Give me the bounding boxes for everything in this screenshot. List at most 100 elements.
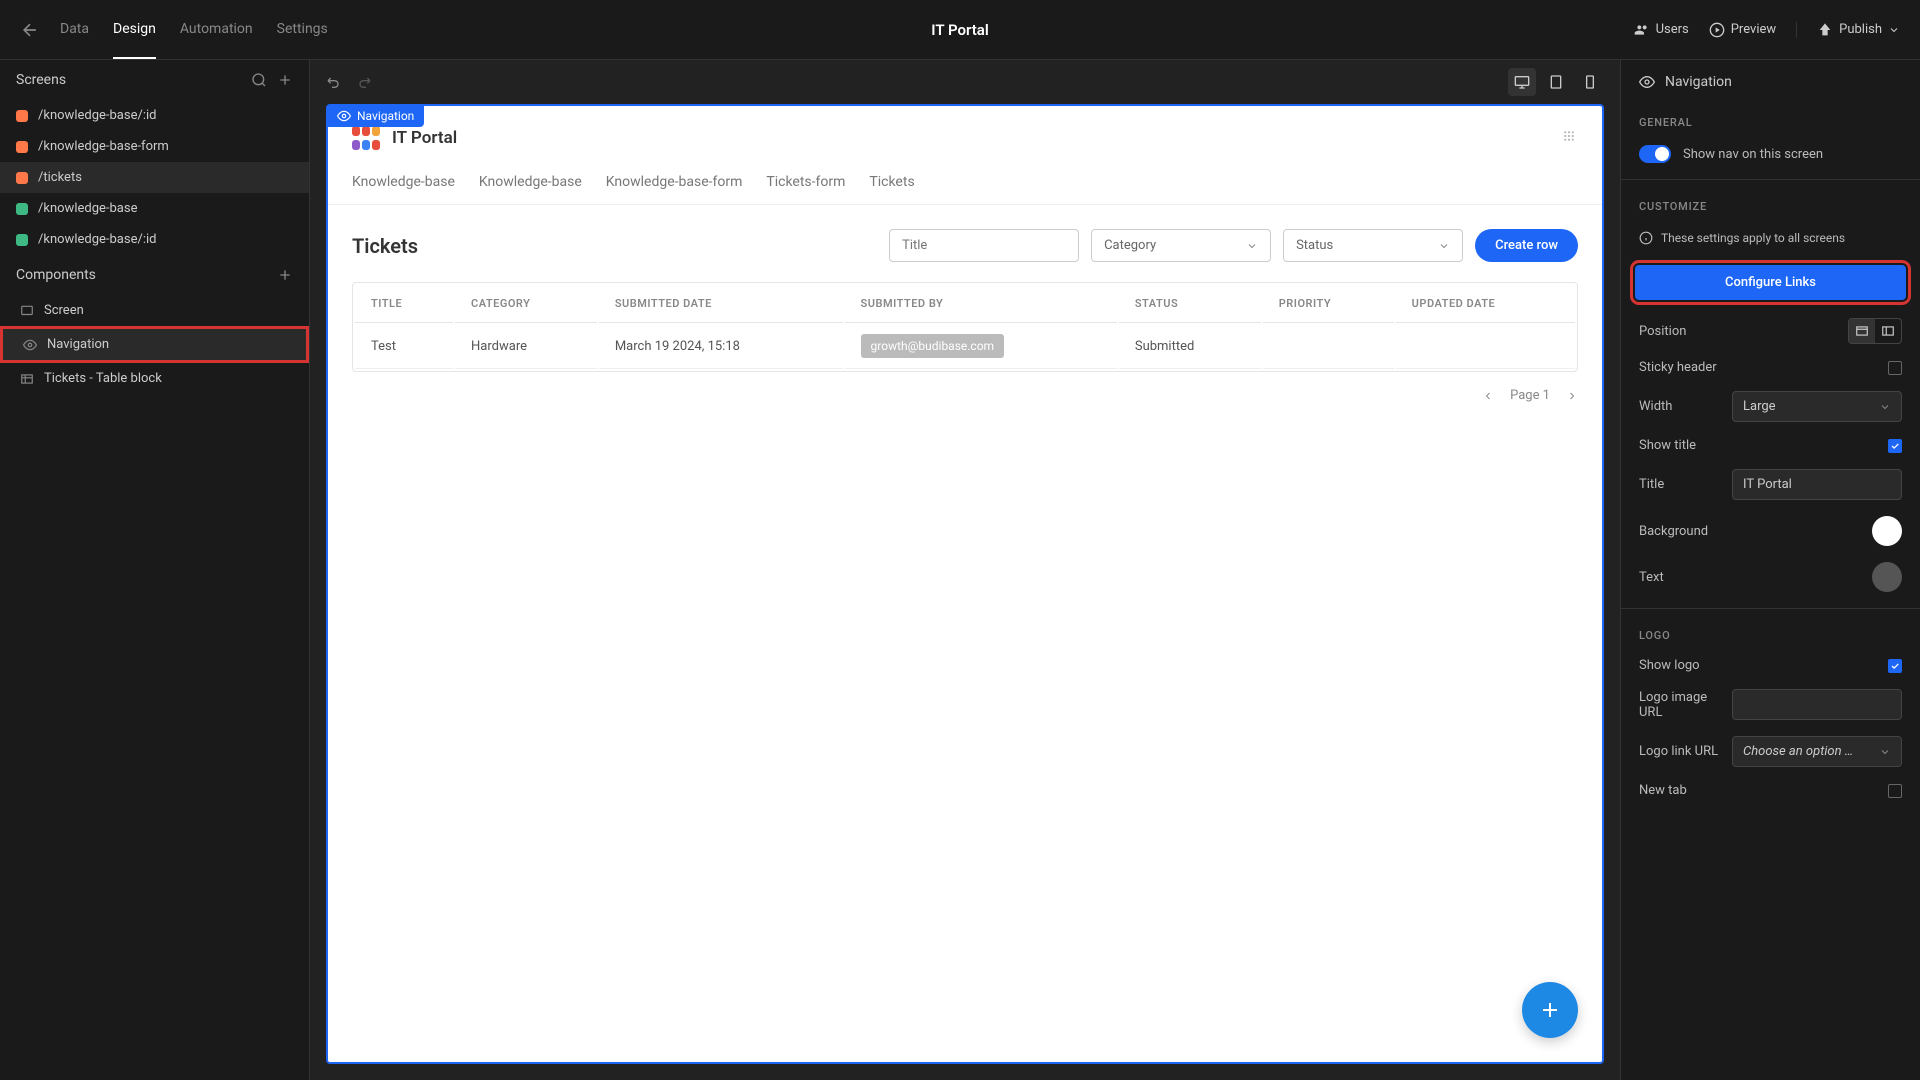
components-label: Components	[16, 267, 96, 283]
section-customize: CUSTOMIZE	[1621, 188, 1920, 221]
configure-links-button[interactable]: Configure Links	[1635, 265, 1906, 300]
redo-icon[interactable]	[356, 74, 372, 90]
position-segmented	[1848, 318, 1902, 344]
component-label: Screen	[44, 303, 84, 318]
col-header: CATEGORY	[455, 285, 597, 323]
table-row[interactable]: Test Hardware March 19 2024, 15:18 growt…	[355, 325, 1575, 369]
cell-submitter: growth@budibase.com	[845, 325, 1117, 369]
background-color-swatch[interactable]	[1872, 516, 1902, 546]
screen-item[interactable]: /knowledge-base/:id	[0, 224, 309, 255]
background-label: Background	[1639, 524, 1708, 539]
device-mobile[interactable]	[1576, 68, 1604, 96]
preview-button[interactable]: Preview	[1709, 22, 1776, 38]
users-button[interactable]: Users	[1634, 22, 1689, 38]
nav-item[interactable]: Knowledge-base-form	[606, 174, 743, 190]
select-label: Category	[1104, 238, 1156, 253]
components-header: Components	[0, 255, 309, 295]
screen-path: /knowledge-base/:id	[38, 232, 156, 247]
color-swatch-icon	[16, 234, 28, 246]
prev-page-icon[interactable]	[1482, 390, 1494, 402]
screen-item[interactable]: /knowledge-base/:id	[0, 100, 309, 131]
screen-item[interactable]: /knowledge-base	[0, 193, 309, 224]
canvas-toolbar	[310, 60, 1620, 104]
page-indicator: Page 1	[1510, 388, 1550, 403]
pagination: Page 1	[352, 388, 1578, 403]
add-component-icon[interactable]	[277, 267, 293, 283]
col-header: UPDATED DATE	[1396, 285, 1575, 323]
publish-label: Publish	[1839, 22, 1882, 37]
component-screen[interactable]: Screen	[0, 295, 309, 326]
category-filter-select[interactable]: Category	[1091, 229, 1271, 262]
text-label: Text	[1639, 570, 1664, 585]
info-icon	[1639, 231, 1653, 245]
title-input[interactable]	[1732, 469, 1902, 500]
cell-updated	[1396, 325, 1575, 369]
publish-button[interactable]: Publish	[1796, 22, 1900, 38]
preview-app-name: IT Portal	[392, 128, 457, 148]
add-screen-icon[interactable]	[277, 72, 293, 88]
col-header: TITLE	[355, 285, 453, 323]
users-label: Users	[1656, 22, 1689, 37]
show-logo-label: Show logo	[1639, 658, 1700, 673]
section-logo: LOGO	[1621, 617, 1920, 650]
col-header: SUBMITTED BY	[845, 285, 1117, 323]
app-logo-icon	[352, 126, 380, 150]
screen-path: /knowledge-base	[38, 201, 137, 216]
logo-link-label: Logo link URL	[1639, 744, 1718, 759]
component-table-block[interactable]: Tickets - Table block	[0, 363, 309, 394]
next-page-icon[interactable]	[1566, 390, 1578, 402]
screen-icon	[20, 304, 34, 318]
chevron-down-icon	[1438, 240, 1450, 252]
inspector-title: Navigation	[1665, 74, 1732, 90]
nav-item[interactable]: Knowledge-base	[479, 174, 582, 190]
position-top[interactable]	[1849, 319, 1875, 343]
screens-label: Screens	[16, 72, 66, 88]
status-filter-select[interactable]: Status	[1283, 229, 1463, 262]
show-title-checkbox[interactable]	[1888, 439, 1902, 453]
tab-settings[interactable]: Settings	[277, 1, 328, 59]
show-logo-checkbox[interactable]	[1888, 659, 1902, 673]
logo-link-select[interactable]: Choose an option …	[1732, 736, 1902, 767]
component-navigation[interactable]: Navigation	[0, 326, 309, 363]
title-filter-input[interactable]	[889, 229, 1079, 262]
nav-item[interactable]: Tickets	[869, 174, 914, 190]
show-nav-toggle[interactable]	[1639, 145, 1671, 163]
logo-url-label: Logo image URL	[1639, 690, 1732, 720]
cell-status: Submitted	[1119, 325, 1261, 369]
device-tablet[interactable]	[1542, 68, 1570, 96]
position-left[interactable]	[1875, 319, 1901, 343]
tab-design[interactable]: Design	[113, 1, 156, 59]
nav-item[interactable]: Tickets-form	[766, 174, 845, 190]
preview-header: IT Portal	[328, 106, 1602, 150]
component-label: Tickets - Table block	[44, 371, 162, 386]
nav-item[interactable]: Knowledge-base	[352, 174, 455, 190]
back-arrow-icon[interactable]	[20, 20, 40, 40]
create-row-button[interactable]: Create row	[1475, 229, 1578, 262]
screen-item[interactable]: /knowledge-base-form	[0, 131, 309, 162]
undo-icon[interactable]	[326, 74, 342, 90]
screen-list: /knowledge-base/:id /knowledge-base-form…	[0, 100, 309, 255]
logo-url-input[interactable]	[1732, 689, 1902, 720]
device-desktop[interactable]	[1508, 68, 1536, 96]
preview-frame[interactable]: Navigation IT Portal Knowledge-base Know…	[326, 104, 1604, 1064]
cell-priority	[1263, 325, 1394, 369]
new-tab-checkbox[interactable]	[1888, 784, 1902, 798]
chevron-down-icon	[1888, 24, 1900, 36]
tab-automation[interactable]: Automation	[180, 1, 253, 59]
canvas-viewport: Navigation IT Portal Knowledge-base Know…	[310, 104, 1620, 1080]
title-label: Title	[1639, 477, 1664, 492]
width-select[interactable]: Large	[1732, 391, 1902, 422]
cell-category: Hardware	[455, 325, 597, 369]
drag-handle-icon[interactable]	[1560, 127, 1578, 149]
search-icon[interactable]	[251, 72, 267, 88]
text-color-swatch[interactable]	[1872, 562, 1902, 592]
screen-item[interactable]: /tickets	[0, 162, 309, 193]
fab-add-button[interactable]	[1522, 982, 1578, 1038]
sticky-checkbox[interactable]	[1888, 361, 1902, 375]
screen-path: /knowledge-base-form	[38, 139, 169, 154]
info-row: These settings apply to all screens	[1621, 221, 1920, 255]
tab-data[interactable]: Data	[60, 1, 89, 59]
show-title-label: Show title	[1639, 438, 1696, 453]
preview-content: Tickets Category Status Create row	[328, 205, 1602, 427]
screens-header: Screens	[0, 60, 309, 100]
